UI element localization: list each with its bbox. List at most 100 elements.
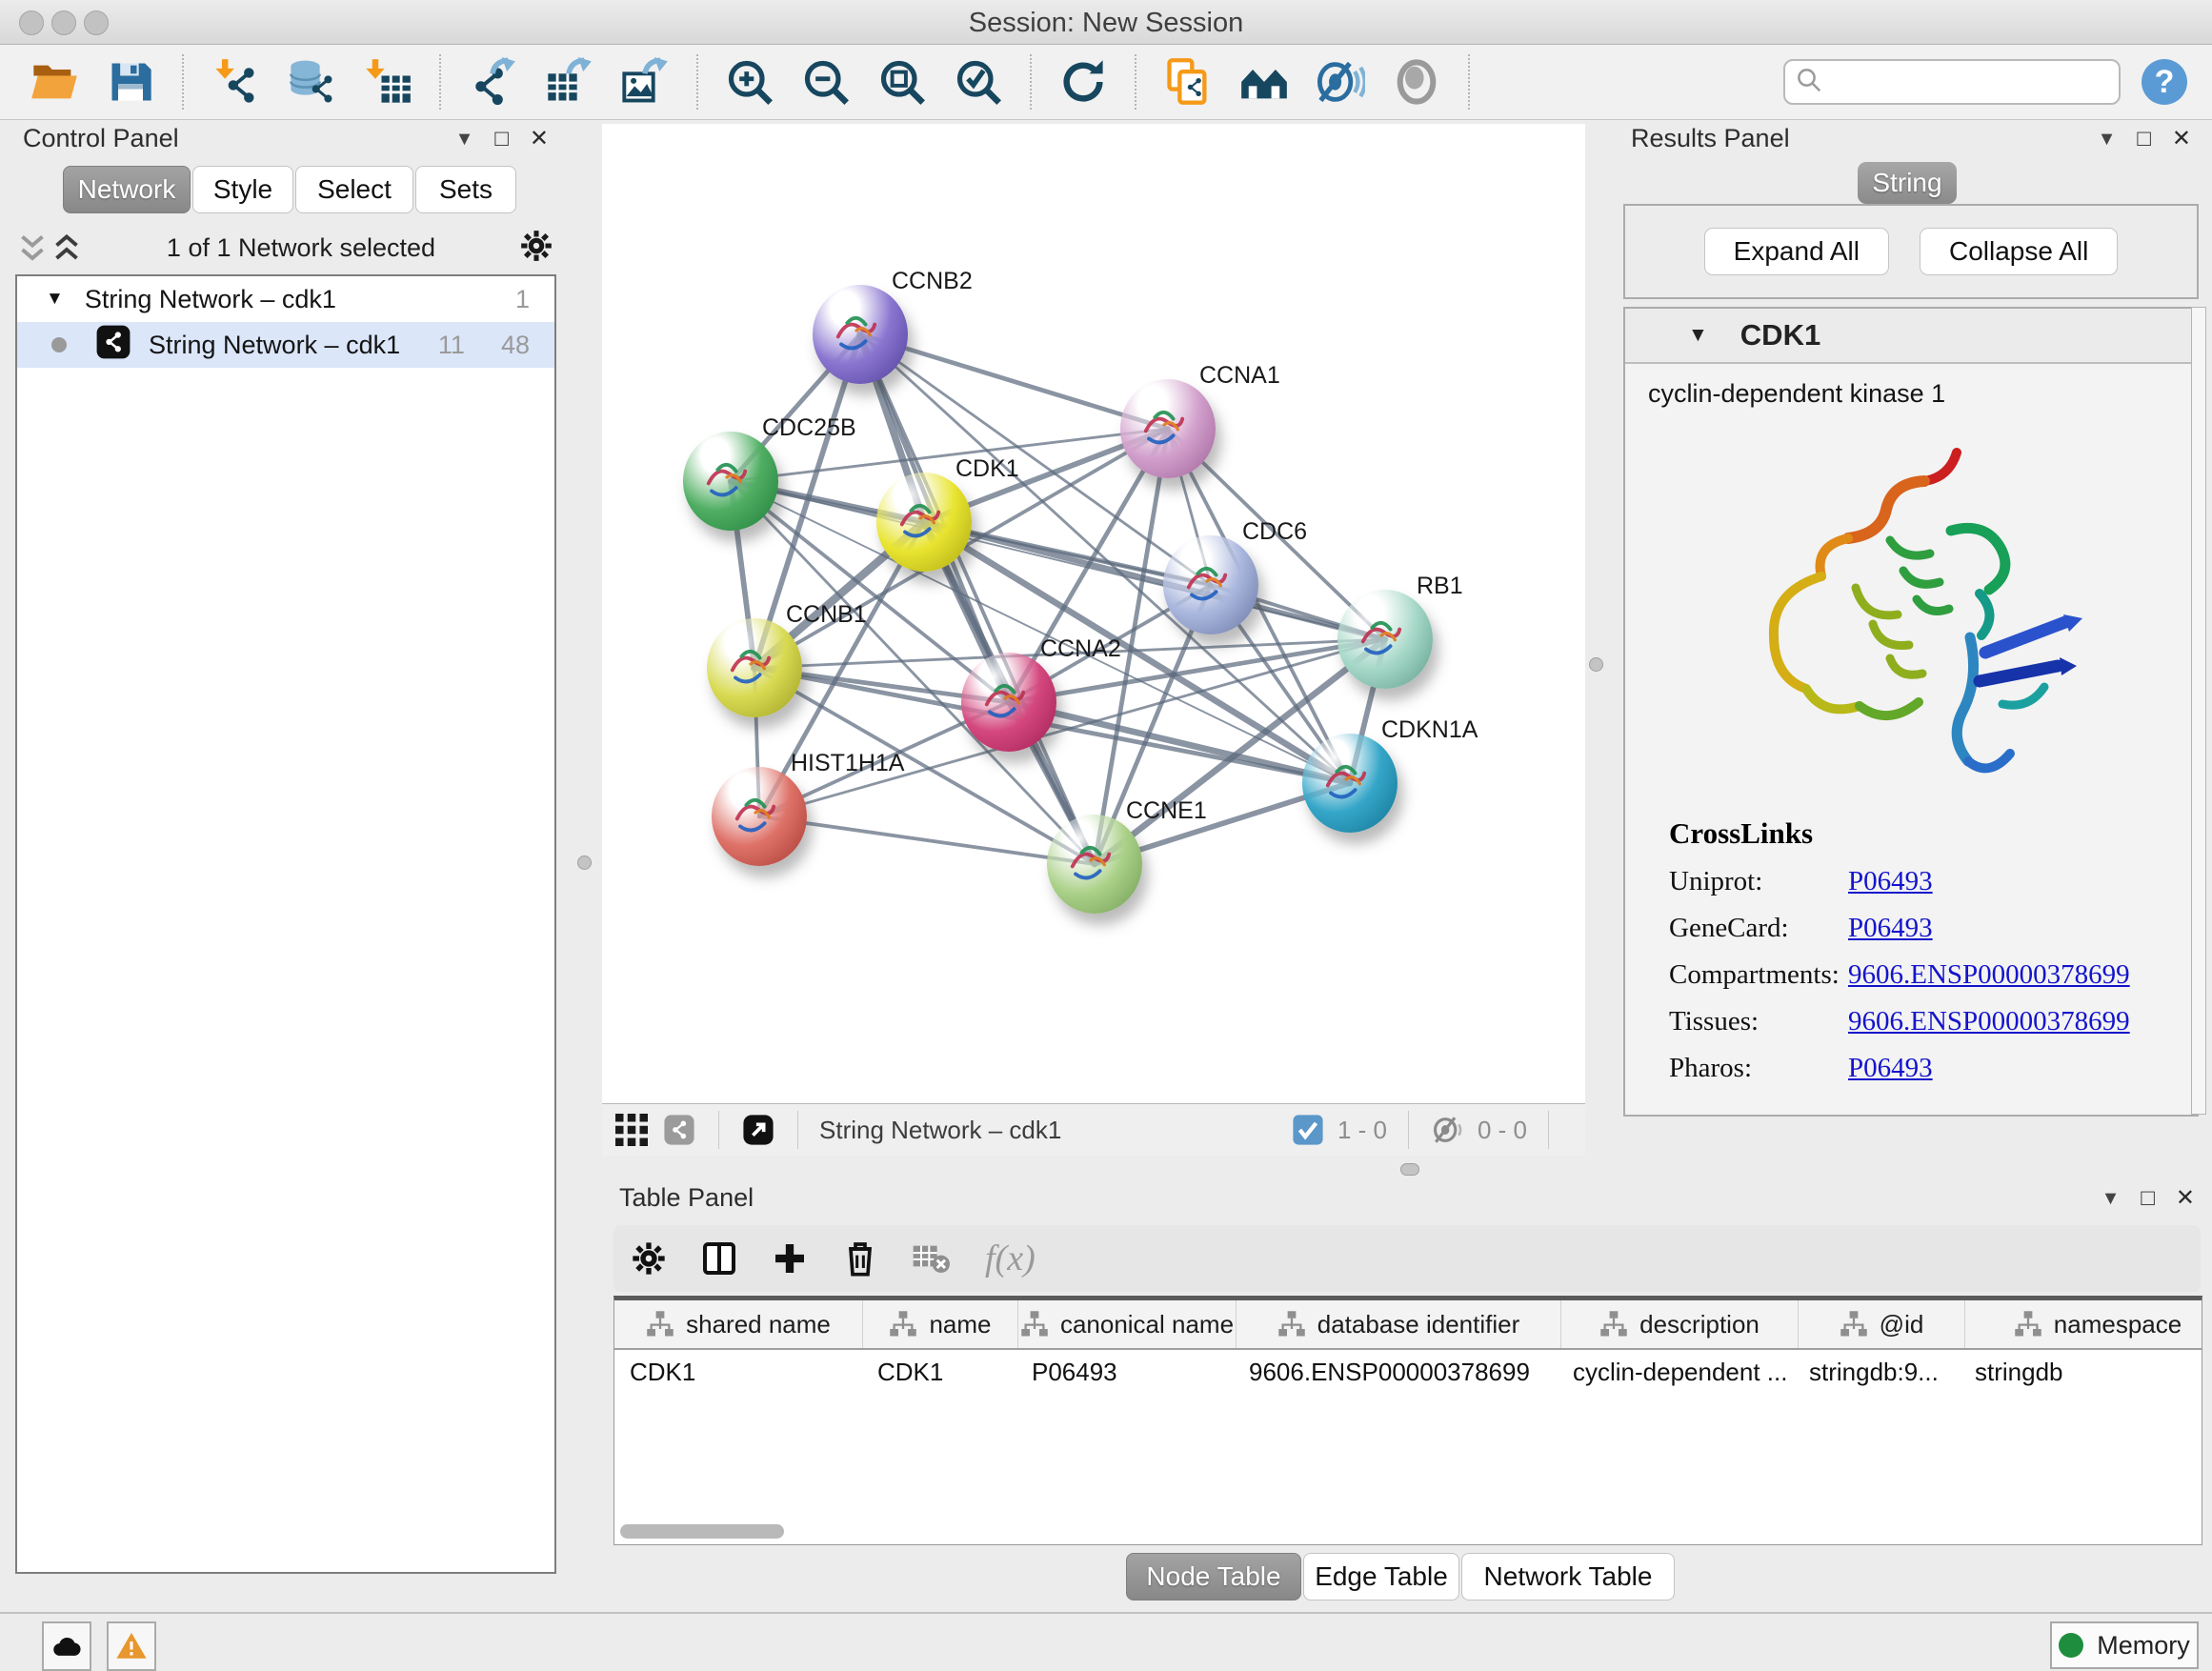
import-network-database-icon[interactable] xyxy=(286,56,337,108)
tab-style[interactable]: Style xyxy=(192,166,293,213)
tab-select[interactable]: Select xyxy=(295,166,413,213)
zoom-out-icon[interactable] xyxy=(800,56,852,108)
import-network-file-icon[interactable] xyxy=(210,56,261,108)
table-cell: CDK1 xyxy=(614,1350,862,1394)
tab-node-table[interactable]: Node Table xyxy=(1126,1553,1301,1601)
node-CCNB2[interactable] xyxy=(813,285,908,384)
network-row[interactable]: String Network – cdk1 11 48 xyxy=(17,322,554,368)
control-panel-title: Control Panel xyxy=(23,124,179,153)
network-collection-row[interactable]: ▼ String Network – cdk1 1 xyxy=(17,276,554,322)
node-HIST1H1A[interactable] xyxy=(712,767,807,866)
edge-HIST1H1A-CCNE1[interactable] xyxy=(759,816,1095,864)
refresh-icon[interactable] xyxy=(1057,56,1109,108)
node-CCNA1[interactable] xyxy=(1120,379,1216,478)
first-neighbors-icon[interactable] xyxy=(1238,56,1290,108)
node-table[interactable]: shared namenamecanonical namedatabase id… xyxy=(613,1296,2202,1545)
function-builder-icon[interactable]: f(x) xyxy=(985,1238,1036,1279)
crosslink-link[interactable]: P06493 xyxy=(1848,913,1933,944)
table-panel-close-icon[interactable]: ✕ xyxy=(2176,1187,2195,1210)
birdseye-grid-icon[interactable] xyxy=(615,1114,648,1146)
table-cell: CDK1 xyxy=(862,1350,1016,1394)
edge-CDK1-RB1[interactable] xyxy=(924,522,1385,639)
collapse-all-icon[interactable] xyxy=(15,232,50,263)
clear-table-icon[interactable] xyxy=(912,1239,950,1278)
node-RB1[interactable] xyxy=(1337,590,1433,689)
trash-icon[interactable] xyxy=(841,1239,879,1278)
import-table-icon[interactable] xyxy=(362,56,413,108)
tab-network-table[interactable]: Network Table xyxy=(1461,1553,1675,1601)
zoom-in-icon[interactable] xyxy=(724,56,775,108)
selected-checkbox-icon[interactable] xyxy=(1292,1114,1324,1146)
save-session-icon[interactable] xyxy=(105,56,156,108)
gene-section-header[interactable]: ▼ CDK1 xyxy=(1625,309,2197,364)
node-CCNA2[interactable] xyxy=(961,653,1056,752)
control-panel-float-icon[interactable]: □ xyxy=(494,128,509,151)
network-canvas[interactable]: CCNB2CCNA1CDC25BCDK1CDC6RB1CCNB1CCNA2CDK… xyxy=(602,124,1585,1103)
open-session-icon[interactable] xyxy=(29,56,80,108)
node-CDK1[interactable] xyxy=(876,473,972,572)
crosslink-link[interactable]: 9606.ENSP00000378699 xyxy=(1848,1006,2130,1037)
results-panel-float-icon[interactable]: □ xyxy=(2137,128,2151,151)
columns-icon[interactable] xyxy=(700,1239,738,1278)
tab-network[interactable]: Network xyxy=(63,166,191,213)
table-row[interactable]: CDK1CDK1P064939606.ENSP00000378699cyclin… xyxy=(614,1350,2202,1394)
node-CDC25B[interactable] xyxy=(683,432,778,531)
hidden-eye-slash-icon[interactable] xyxy=(1432,1114,1464,1146)
network-status-dot xyxy=(51,337,67,352)
column-header-shared-name[interactable]: shared name xyxy=(614,1300,863,1348)
zoom-selected-icon[interactable] xyxy=(953,56,1004,108)
crosslink-link[interactable]: 9606.ENSP00000378699 xyxy=(1848,959,2130,991)
column-header-description[interactable]: description xyxy=(1561,1300,1799,1348)
search-input[interactable] xyxy=(1783,59,2121,105)
tab-edge-table[interactable]: Edge Table xyxy=(1303,1553,1459,1601)
zoom-fit-icon[interactable] xyxy=(876,56,928,108)
export-image-icon[interactable] xyxy=(619,56,671,108)
search-field[interactable] xyxy=(1823,67,2146,98)
hide-selected-icon[interactable] xyxy=(1315,56,1366,108)
node-CCNE1[interactable] xyxy=(1047,815,1142,914)
export-network-icon[interactable] xyxy=(467,56,518,108)
tab-string[interactable]: String xyxy=(1858,162,1957,204)
column-header--id[interactable]: @id xyxy=(1799,1300,1965,1348)
help-button[interactable]: ? xyxy=(2142,59,2187,105)
show-all-icon[interactable] xyxy=(1391,56,1442,108)
network-options-gear-icon[interactable] xyxy=(518,228,554,269)
collection-expand-icon[interactable]: ▼ xyxy=(46,289,64,310)
warning-icon[interactable] xyxy=(107,1621,156,1671)
bottom-splitter-grip[interactable] xyxy=(1400,1163,1419,1176)
table-panel-float-icon[interactable]: □ xyxy=(2141,1187,2155,1210)
table-horizontal-scrollbar[interactable] xyxy=(620,1524,784,1539)
table-panel-collapse-icon[interactable]: ▼ xyxy=(2101,1189,2121,1208)
plus-icon[interactable] xyxy=(771,1239,809,1278)
control-panel-close-icon[interactable]: ✕ xyxy=(530,128,549,151)
share-network-icon[interactable] xyxy=(663,1114,695,1146)
results-panel-collapse-icon[interactable]: ▼ xyxy=(2098,130,2117,149)
memory-button[interactable]: Memory xyxy=(2050,1621,2199,1669)
expand-all-button[interactable]: Expand All xyxy=(1704,228,1889,275)
cloud-icon[interactable] xyxy=(42,1621,91,1671)
right-splitter-grip[interactable] xyxy=(1589,657,1603,672)
left-splitter-grip[interactable] xyxy=(577,856,592,870)
clone-network-icon[interactable] xyxy=(1162,56,1214,108)
expand-all-icon[interactable] xyxy=(50,232,84,263)
column-header-name[interactable]: name xyxy=(863,1300,1018,1348)
gene-collapse-icon[interactable]: ▼ xyxy=(1688,324,1708,347)
edge-CCNB2-CCNE1[interactable] xyxy=(860,334,1095,864)
node-CCNB1[interactable] xyxy=(707,618,802,717)
crosslink-link[interactable]: P06493 xyxy=(1848,1053,1933,1084)
open-in-window-icon[interactable] xyxy=(742,1114,774,1146)
control-panel-collapse-icon[interactable]: ▼ xyxy=(455,130,474,149)
tab-sets[interactable]: Sets xyxy=(415,166,516,213)
gear-icon[interactable] xyxy=(630,1239,668,1278)
crosslink-link[interactable]: P06493 xyxy=(1848,866,1933,897)
column-header-namespace[interactable]: namespace xyxy=(1965,1300,2202,1348)
results-scrollbar[interactable] xyxy=(2191,307,2206,1115)
edge-CCNA2-CDKN1A[interactable] xyxy=(1009,702,1350,783)
column-header-database-identifier[interactable]: database identifier xyxy=(1237,1300,1561,1348)
collapse-all-button[interactable]: Collapse All xyxy=(1920,228,2118,275)
node-CDKN1A[interactable] xyxy=(1302,734,1398,833)
results-panel-close-icon[interactable]: ✕ xyxy=(2172,128,2191,151)
column-header-canonical-name[interactable]: canonical name xyxy=(1018,1300,1237,1348)
node-CDC6[interactable] xyxy=(1163,535,1258,634)
export-table-icon[interactable] xyxy=(543,56,594,108)
